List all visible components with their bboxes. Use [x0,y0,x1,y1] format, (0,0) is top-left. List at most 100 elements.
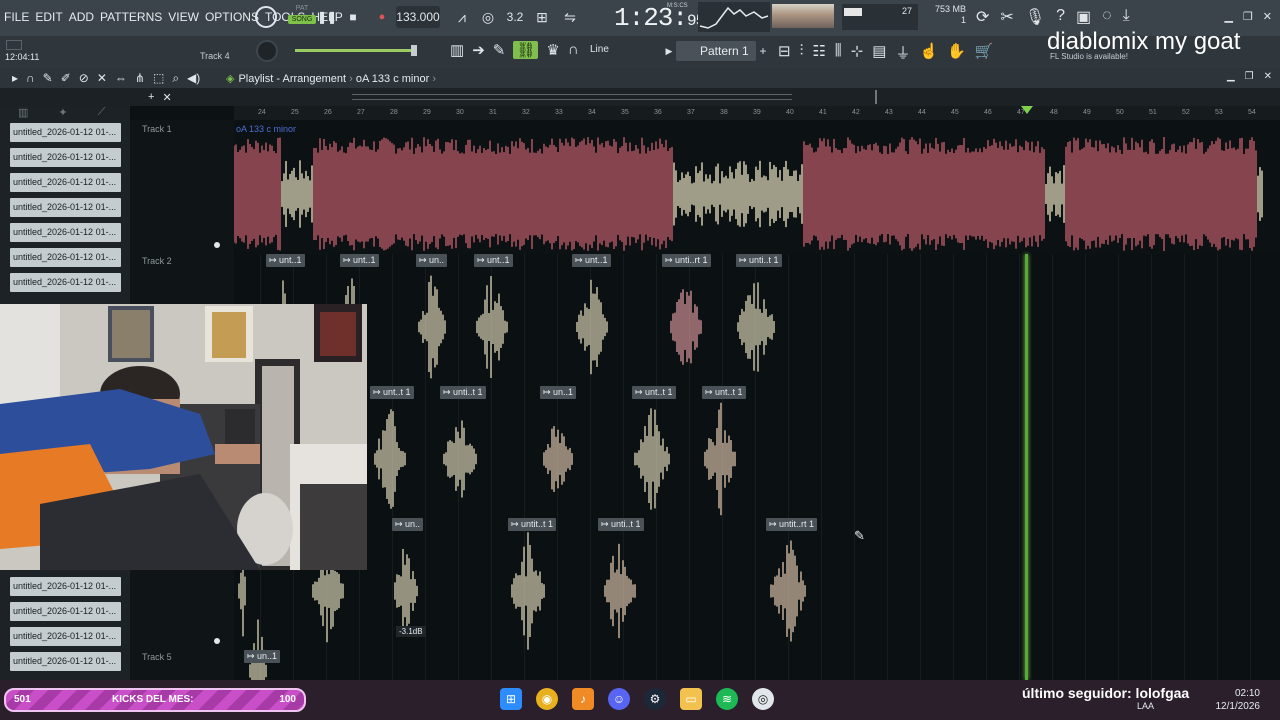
tray-language[interactable]: LAA [1137,701,1154,711]
clip-name-tag[interactable]: ↦ unt..1 [572,254,611,267]
step-edit-icon[interactable]: ⊞ [532,8,552,26]
piano-roll-icon[interactable]: ⫶ [800,42,804,63]
browser-icon[interactable]: ▤ [872,42,886,63]
menu-view[interactable]: VIEW [168,10,199,24]
browser-item[interactable]: untitled_2026-01-12 01-... [10,123,121,142]
browser-item[interactable]: untitled_2026-01-12 01-... [10,148,121,167]
add-pattern-icon[interactable]: + [758,44,768,58]
audio-clips[interactable] [234,120,1280,680]
arrow-right-icon[interactable]: ➔ [472,41,485,59]
close-track-icon[interactable]: ✕ [162,91,171,104]
clip-name-tag[interactable]: ↦ unt..1 [474,254,513,267]
pause-icon[interactable]: ❚❚ [317,8,337,26]
clip-name-tag[interactable]: ↦ unt..t 1 [702,386,746,399]
overview-strip[interactable] [0,88,1280,106]
add-track-icon[interactable]: + [148,91,154,104]
master-volume-slider[interactable] [295,45,417,56]
start-icon[interactable]: ⊞ [500,688,522,710]
playlist-icon[interactable]: ⊟ [778,42,791,63]
pencil-icon[interactable]: ✎ [493,41,506,59]
clip-name-tag[interactable]: ↦ unt..t 1 [370,386,414,399]
browser-item[interactable]: untitled_2026-01-12 01-... [10,223,121,242]
record-icon[interactable]: ● [375,8,389,26]
pat-song-toggle[interactable]: PAT SONG [288,4,316,32]
browser-item[interactable]: untitled_2026-01-12 01-... [10,652,121,671]
playlist-menu-icon[interactable]: ▸ [12,71,18,86]
slice-icon[interactable]: ⋔ [135,71,145,86]
browser-item[interactable]: untitled_2026-01-12 01-... [10,248,121,267]
metronome-icon[interactable]: ⩘ [452,8,472,26]
pattern-selector[interactable]: Pattern 1 [676,41,756,61]
restore-icon[interactable]: ❐ [1243,10,1253,23]
menu-file[interactable]: FILE [4,10,29,24]
clip-name-tag[interactable]: ↦ un..1 [244,650,281,663]
track-name-1[interactable]: Track 1 [142,124,172,134]
browser-item[interactable]: untitled_2026-01-12 01-... [10,577,121,596]
browser-item[interactable]: untitled_2026-01-12 01-... [10,273,121,292]
loop-record-icon[interactable]: ◎ [478,8,498,26]
clip-name-tag[interactable]: ↦ un.. [416,254,448,267]
cart-icon[interactable]: 🛒 [975,42,994,63]
close-icon[interactable]: ✕ [1263,10,1272,23]
menu-options[interactable]: OPTIONS [205,10,259,24]
track-name-5[interactable]: Track 5 [142,652,172,662]
playlist-close-icon[interactable]: ✕ [1264,71,1272,82]
delete-icon[interactable]: ⊘ [79,71,89,86]
pattern-prev-icon[interactable]: ▶ [664,44,674,58]
clip-name-tag[interactable]: ↦ untit..rt 1 [766,518,818,531]
playlist-minimize-icon[interactable]: ▁ [1227,71,1235,82]
mixer-icon[interactable]: ⫼ [835,42,842,63]
clip-name-tag[interactable]: ↦ unti..t 1 [736,254,782,267]
clip-name-tag[interactable]: ↦ un.. [392,518,424,531]
chrome-icon[interactable]: ◉ [536,688,558,710]
mute-icon[interactable]: ✕ [97,71,107,86]
stamp-icon[interactable]: ♛ [546,41,559,59]
main-volume-knob[interactable] [255,6,277,28]
scissors-icon[interactable]: ✂ [1000,7,1013,27]
master-pitch-knob[interactable] [256,40,278,62]
clip-name-tag[interactable]: ↦ unti..rt 1 [662,254,711,267]
tempo-display[interactable]: 133.000 [396,6,440,28]
clip-name-tag[interactable]: ↦ unt..t 1 [632,386,676,399]
playlist-arrangement[interactable]: oA 133 c minor ↦ unt..1 ↦ unt..1 ↦ un.. ↦ u… [234,120,1280,680]
play-arrow-icon[interactable]: ◈ [226,73,234,85]
browser-item[interactable]: untitled_2026-01-12 01-... [10,627,121,646]
magnet-icon[interactable]: ∩ [568,41,579,59]
menu-edit[interactable]: EDIT [35,10,62,24]
microphone-icon[interactable]: 🎙 [1025,7,1045,27]
playhead-marker[interactable] [1021,106,1033,114]
touch-icon[interactable]: ☝ [919,42,938,63]
browser-item[interactable]: untitled_2026-01-12 01-... [10,173,121,192]
link-icon[interactable]: ⛓ [513,41,539,59]
fl-studio-icon[interactable]: ♪ [572,688,594,710]
browser-item[interactable]: untitled_2026-01-12 01-... [10,602,121,621]
clip-name-tag[interactable]: ↦ unt..1 [340,254,379,267]
track-1-dot[interactable] [214,242,220,248]
playlist-maximize-icon[interactable]: ❐ [1245,71,1254,82]
countdown-icon[interactable]: 3.2 [505,8,525,26]
slider-thumb[interactable] [411,45,417,56]
help-icon[interactable]: ? [1056,7,1065,27]
discord-icon[interactable]: ☺ [608,688,630,710]
minimize-icon[interactable]: ▁ [1224,10,1232,23]
browser-link-icon[interactable]: ⟋ [98,106,106,122]
menu-add[interactable]: ADD [69,10,94,24]
stop-icon[interactable]: ■ [346,8,360,26]
arrangement-name[interactable]: oA 133 c minor [356,73,429,85]
paint-icon[interactable]: ✐ [61,71,71,86]
channel-rack-icon[interactable]: ☷ [812,42,825,63]
browser-star-icon[interactable]: ✦ [58,106,67,122]
track-4-dot[interactable] [214,638,220,644]
steam-icon[interactable]: ⚙ [644,688,666,710]
track-name-2[interactable]: Track 2 [142,256,172,266]
select-icon[interactable]: ⬚ [153,71,164,86]
zoom-icon[interactable]: ⌕ [172,71,179,86]
snap-selector[interactable]: Line [590,44,609,55]
draw-icon[interactable]: ✎ [43,71,53,86]
clip-name-tag[interactable]: ↦ untit..t 1 [508,518,557,531]
piano-icon[interactable]: ▥ [450,41,464,59]
plugin-icon[interactable]: ⏚ [895,42,910,63]
browser-item[interactable]: untitled_2026-01-12 01-... [10,198,121,217]
spotify-icon[interactable]: ≋ [716,688,738,710]
obs-icon[interactable]: ◎ [752,688,774,710]
